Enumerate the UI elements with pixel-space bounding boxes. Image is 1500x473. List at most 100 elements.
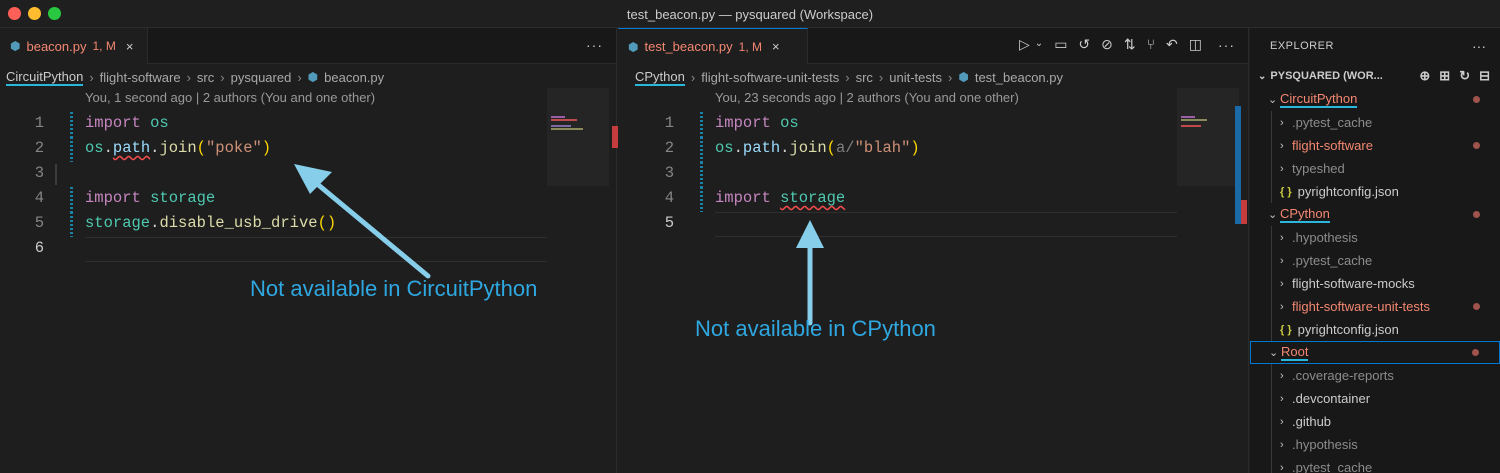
breadcrumb-item[interactable]: test_beacon.py (975, 70, 1063, 85)
more-actions-button[interactable]: ··· (1472, 38, 1486, 54)
code-line[interactable]: 4 import storage (618, 187, 1248, 212)
git-blame-codelens[interactable]: You, 23 seconds ago | 2 authors (You and… (715, 90, 1019, 105)
git-change-marker[interactable] (70, 137, 73, 162)
tree-folder[interactable]: ⌄ CircuitPython (1250, 88, 1500, 111)
title-bar: test_beacon.py — pysquared (Workspace) (0, 0, 1500, 28)
breadcrumb-item[interactable]: pysquared (231, 70, 292, 85)
tree-folder[interactable]: › .hypothesis (1250, 433, 1500, 456)
tab-test-beacon-py[interactable]: ⬢ test_beacon.py 1, M × (618, 28, 808, 64)
editor-group-right: ⬢ test_beacon.py 1, M × ▷ ⌄ ▭ ↺ ⊘ ⇅ ⑂ ↶ … (618, 28, 1249, 473)
git-change-marker[interactable] (70, 187, 73, 212)
tree-folder[interactable]: › flight-software (1250, 134, 1500, 157)
chevron-right-icon: › (297, 69, 302, 85)
breadcrumb-item[interactable]: flight-software-unit-tests (701, 70, 839, 85)
close-icon[interactable]: × (126, 39, 134, 54)
check-icon[interactable]: ⊘ (1101, 36, 1113, 53)
tree-folder[interactable]: › .pytest_cache (1250, 111, 1500, 134)
new-file-icon[interactable]: ⊕ (1419, 68, 1430, 84)
annotation-arrow (796, 220, 824, 326)
chevron-right-icon: › (186, 69, 191, 85)
breadcrumb-item[interactable]: src (197, 70, 214, 85)
close-icon[interactable]: × (772, 39, 780, 54)
minimap[interactable] (1177, 88, 1239, 186)
module-name: storage (150, 189, 216, 207)
code-line[interactable]: 1 import os (618, 112, 1248, 137)
comment-icon[interactable]: ▭ (1054, 36, 1067, 53)
tab-beacon-py[interactable]: ⬢ beacon.py 1, M × (0, 28, 148, 64)
git-change-marker[interactable] (70, 212, 73, 237)
tree-folder[interactable]: › .devcontainer (1250, 387, 1500, 410)
run-icon[interactable]: ▷ (1019, 36, 1030, 53)
code-line[interactable]: 3 (618, 162, 1248, 187)
git-change-marker[interactable] (700, 162, 703, 187)
tree-folder[interactable]: ⌄ Root (1250, 341, 1500, 364)
breadcrumb: CircuitPython › flight-software › src › … (0, 65, 616, 89)
chevron-right-icon: › (1280, 139, 1284, 152)
error-squiggle[interactable]: storage (780, 189, 845, 207)
code-line[interactable]: 5 (618, 212, 1248, 237)
annotation-arrow (294, 164, 431, 279)
git-blame-codelens[interactable]: You, 1 second ago | 2 authors (You and o… (85, 90, 375, 105)
tree-folder[interactable]: › .hypothesis (1250, 226, 1500, 249)
tree-folder[interactable]: › flight-software-unit-tests (1250, 295, 1500, 318)
breadcrumb-item[interactable]: src (856, 70, 873, 85)
workspace-root[interactable]: ⌄ PYSQUARED (WOR... ⊕ ⊞ ↻ ⊟ (1250, 65, 1500, 87)
tree-file[interactable]: { } pyrightconfig.json (1250, 180, 1500, 203)
split-icon[interactable]: ◫ (1189, 36, 1202, 53)
more-actions-button[interactable]: ··· (1218, 37, 1235, 53)
back-icon[interactable]: ↶ (1166, 36, 1178, 53)
modified-indicator (1472, 349, 1479, 356)
git-change-marker[interactable] (700, 137, 703, 162)
chevron-right-icon: › (1280, 162, 1284, 175)
tree-item-label: pyrightconfig.json (1297, 184, 1399, 199)
breadcrumb-item[interactable]: CPython (635, 69, 685, 86)
refresh-icon[interactable]: ↻ (1459, 68, 1470, 84)
breadcrumb-item[interactable]: flight-software (100, 70, 181, 85)
git-compare-icon[interactable]: ⇅ (1124, 36, 1136, 53)
git-pr-icon[interactable]: ⑂ (1147, 36, 1155, 53)
tree-file[interactable]: { } pyrightconfig.json (1250, 318, 1500, 341)
chevron-down-icon: ⌄ (1268, 209, 1278, 221)
chevron-down-icon: ⌄ (1269, 347, 1279, 359)
chevron-right-icon: › (1280, 116, 1284, 129)
line-number: 1 (664, 114, 674, 132)
chevron-down-icon: ⌄ (1268, 94, 1278, 106)
code-line[interactable]: 2 os.path.join(a/"blah") (618, 137, 1248, 162)
minimap[interactable] (547, 88, 609, 186)
workspace-name: PYSQUARED (WOR... (1270, 70, 1383, 82)
more-actions-button[interactable]: ··· (586, 37, 603, 53)
scrollbar[interactable] (605, 88, 618, 268)
tree-folder[interactable]: › .pytest_cache (1250, 456, 1500, 473)
chevron-right-icon: › (690, 69, 696, 85)
scrollbar[interactable] (1233, 88, 1247, 268)
breadcrumb-item[interactable]: beacon.py (324, 70, 384, 85)
annotation-label: Not available in CPython (695, 316, 936, 341)
json-file-icon: { } (1280, 323, 1292, 336)
dropdown-icon[interactable]: ⌄ (1035, 38, 1043, 53)
tree-folder[interactable]: › .coverage-reports (1250, 364, 1500, 387)
function-name: join (789, 139, 827, 157)
attribute-name: path (742, 139, 781, 157)
tree-folder[interactable]: ⌄ CPython (1250, 203, 1500, 226)
indent-guide (1271, 111, 1272, 203)
git-change-marker[interactable] (70, 112, 73, 137)
line-number: 1 (34, 114, 44, 132)
python-icon: ⬢ (307, 70, 319, 84)
git-change-marker[interactable] (700, 112, 703, 137)
tree-folder[interactable]: › typeshed (1250, 157, 1500, 180)
breadcrumb-item[interactable]: unit-tests (889, 70, 942, 85)
git-change-marker[interactable] (700, 187, 703, 212)
history-icon[interactable]: ↺ (1078, 36, 1090, 53)
breadcrumb-item[interactable]: CircuitPython (6, 69, 84, 86)
code-line[interactable]: 1 import os (0, 112, 616, 137)
new-folder-icon[interactable]: ⊞ (1439, 68, 1450, 84)
tree-folder[interactable]: › flight-software-mocks (1250, 272, 1500, 295)
module-name: storage (85, 214, 151, 232)
tree-folder[interactable]: › .github (1250, 410, 1500, 433)
tree-item-label: .pytest_cache (1292, 115, 1373, 130)
function-name: join (159, 139, 197, 157)
modified-indicator (1473, 142, 1480, 149)
collapse-all-icon[interactable]: ⊟ (1479, 68, 1490, 84)
tree-folder[interactable]: › .pytest_cache (1250, 249, 1500, 272)
error-squiggle[interactable]: path (113, 139, 150, 157)
